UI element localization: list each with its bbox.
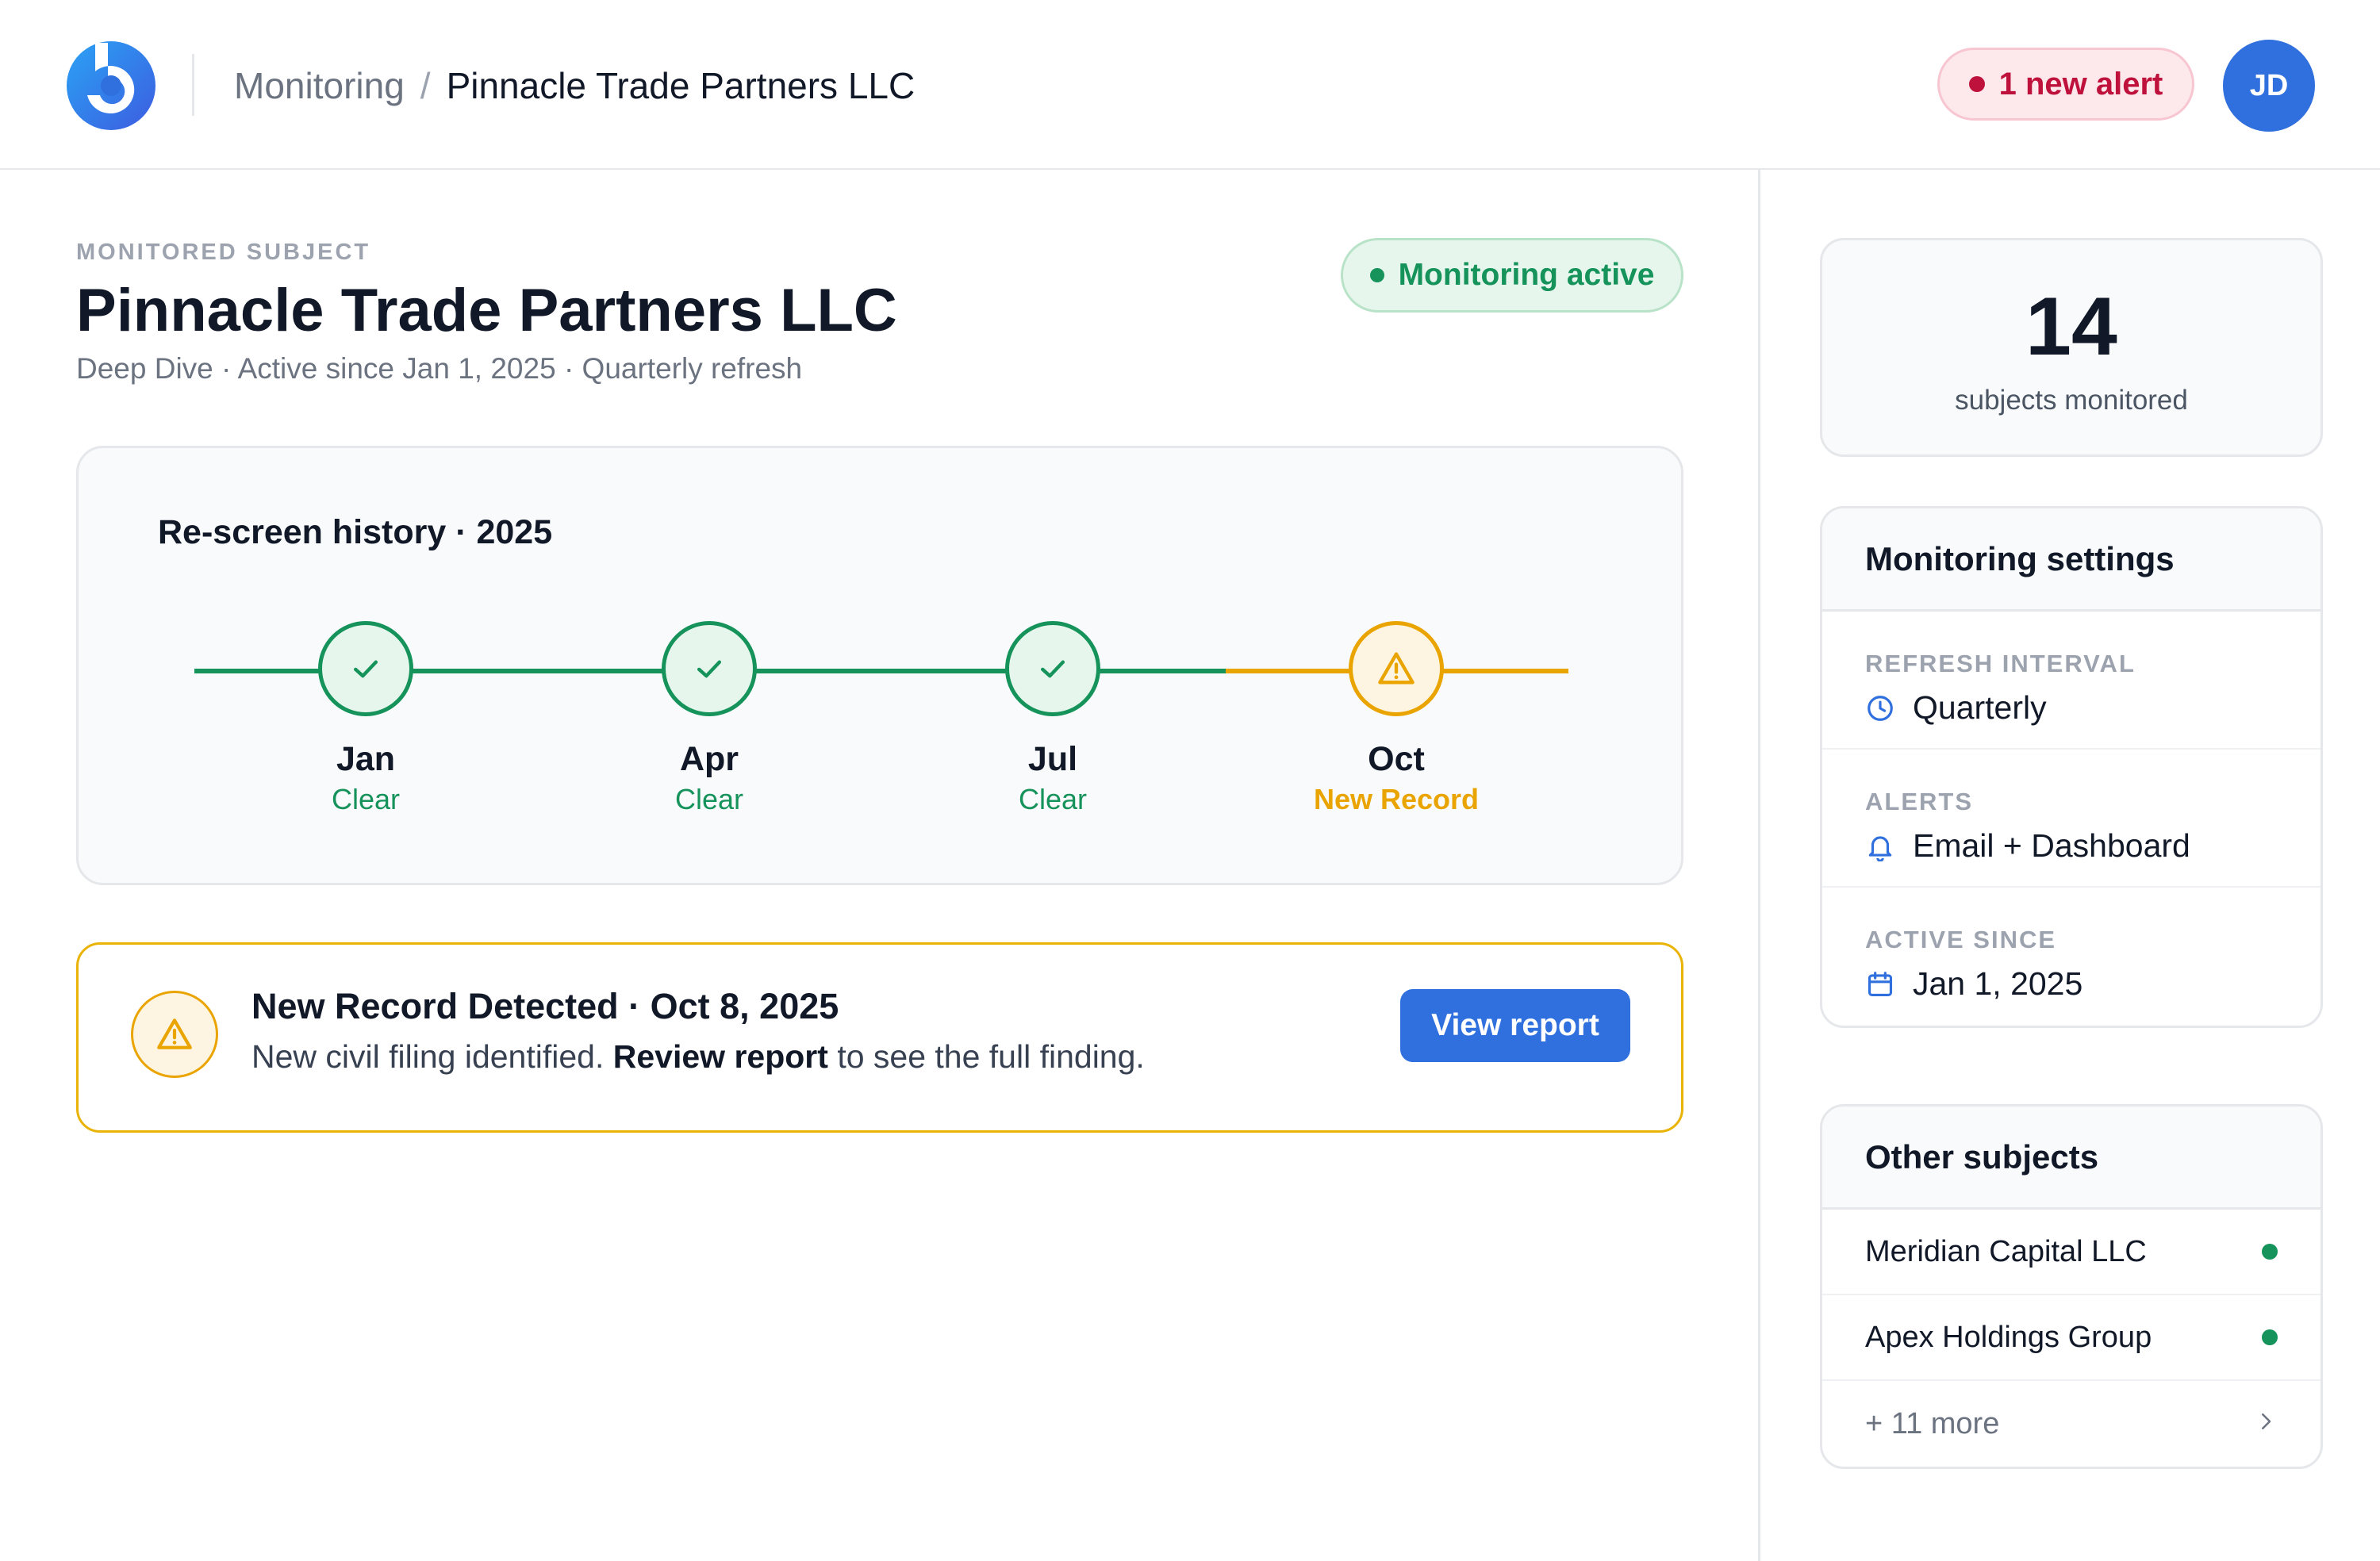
chevron-right-icon bbox=[2254, 1407, 2278, 1441]
brand-logo-icon[interactable] bbox=[65, 40, 157, 132]
setting-value: Jan 1, 2025 bbox=[1913, 965, 2083, 1002]
timeline-month: Jul bbox=[1027, 740, 1078, 778]
timeline-node-jul[interactable] bbox=[1005, 621, 1100, 716]
setting-label: REFRESH INTERVAL bbox=[1865, 650, 2136, 677]
timeline-node-apr[interactable] bbox=[662, 621, 757, 716]
more-subjects-label: + 11 more bbox=[1865, 1406, 2000, 1440]
setting-alerts[interactable]: ALERTS Email + Dashboard bbox=[1822, 750, 2320, 888]
subjects-count-label: subjects monitored bbox=[1955, 385, 2188, 416]
sidebar-divider bbox=[1758, 170, 1760, 1561]
page-title: Pinnacle Trade Partners LLC bbox=[76, 277, 897, 344]
alert-dot-icon bbox=[1968, 76, 1985, 92]
setting-value: Email + Dashboard bbox=[1913, 827, 2190, 864]
setting-active-since[interactable]: ACTIVE SINCE Jan 1, 2025 bbox=[1822, 888, 2320, 1026]
subject-eyebrow: MONITORED SUBJECT bbox=[76, 240, 371, 265]
check-icon bbox=[1040, 660, 1065, 678]
more-subjects-link[interactable]: + 11 more bbox=[1822, 1381, 2320, 1467]
user-avatar[interactable]: JD bbox=[2223, 40, 2315, 132]
record-body-suffix: to see the full finding. bbox=[837, 1038, 1145, 1075]
check-icon bbox=[697, 660, 722, 678]
bell-icon bbox=[1865, 831, 1895, 861]
setting-refresh-interval[interactable]: REFRESH INTERVAL Quarterly bbox=[1822, 612, 2320, 750]
timeline-node-jan[interactable] bbox=[318, 621, 413, 716]
breadcrumb: Monitoring / Pinnacle Trade Partners LLC bbox=[234, 62, 915, 109]
setting-value: Quarterly bbox=[1913, 689, 2047, 726]
breadcrumb-monitoring-link[interactable]: Monitoring bbox=[234, 65, 405, 106]
monitoring-status-label: Monitoring active bbox=[1398, 258, 1655, 292]
new-record-alert-card: New Record Detected · Oct 8, 2025 New ci… bbox=[76, 942, 1683, 1133]
monitoring-settings-panel: Monitoring settings REFRESH INTERVAL Qua… bbox=[1820, 506, 2323, 1028]
new-alert-label: 1 new alert bbox=[1998, 66, 2163, 102]
setting-value-row: Jan 1, 2025 bbox=[1865, 965, 2082, 1003]
new-alert-badge[interactable]: 1 new alert bbox=[1937, 48, 2194, 121]
setting-value-row: Quarterly bbox=[1865, 689, 2047, 727]
timeline-status: Clear bbox=[331, 783, 401, 815]
warning-icon bbox=[131, 991, 218, 1078]
timeline-month: Oct bbox=[1368, 740, 1425, 778]
warning-icon bbox=[1378, 652, 1415, 685]
subject-list-item[interactable]: Meridian Capital LLC bbox=[1822, 1210, 2320, 1295]
setting-label: ALERTS bbox=[1865, 788, 1973, 815]
history-title: Re-screen history · 2025 bbox=[158, 513, 553, 551]
status-dot-icon bbox=[2262, 1329, 2278, 1345]
breadcrumb-separator: / bbox=[420, 65, 431, 106]
subjects-count-card: 14 subjects monitored bbox=[1820, 238, 2323, 457]
subject-list-item[interactable]: Apex Holdings Group bbox=[1822, 1295, 2320, 1381]
subject-meta: Deep Dive · Active since Jan 1, 2025 · Q… bbox=[76, 352, 803, 385]
top-bar: Monitoring / Pinnacle Trade Partners LLC 1… bbox=[0, 0, 2380, 170]
setting-label: ACTIVE SINCE bbox=[1865, 926, 2057, 953]
record-body-prefix: New civil filing identified. bbox=[251, 1038, 605, 1075]
subjects-count: 14 bbox=[2025, 281, 2117, 373]
timeline-node-oct[interactable] bbox=[1349, 621, 1444, 716]
rescreen-history-card: Re-screen history · 2025 Jan Clear Apr C… bbox=[76, 446, 1683, 885]
clock-icon bbox=[1865, 693, 1895, 723]
calendar-icon bbox=[1865, 969, 1895, 999]
other-subjects-panel: Other subjects Meridian Capital LLC Apex… bbox=[1820, 1104, 2323, 1469]
subject-name: Meridian Capital LLC bbox=[1865, 1234, 2147, 1268]
breadcrumb-current: Pinnacle Trade Partners LLC bbox=[446, 65, 916, 106]
setting-value-row: Email + Dashboard bbox=[1865, 827, 2190, 865]
subject-name: Apex Holdings Group bbox=[1865, 1320, 2152, 1354]
monitoring-settings-title: Monitoring settings bbox=[1822, 508, 2320, 612]
review-report-emphasis: Review report bbox=[612, 1038, 828, 1075]
monitoring-status-badge: Monitoring active bbox=[1341, 238, 1683, 313]
record-alert-title: New Record Detected · Oct 8, 2025 bbox=[251, 986, 839, 1026]
timeline-status: New Record bbox=[1313, 783, 1480, 815]
view-report-button[interactable]: View report bbox=[1400, 989, 1630, 1062]
timeline-status: Clear bbox=[1018, 783, 1088, 815]
header-divider bbox=[192, 54, 194, 116]
timeline-status: Clear bbox=[674, 783, 744, 815]
status-dot-icon bbox=[1369, 268, 1384, 282]
status-dot-icon bbox=[2262, 1244, 2278, 1260]
timeline-month: Apr bbox=[679, 740, 739, 778]
timeline-month: Jan bbox=[336, 740, 396, 778]
check-icon bbox=[353, 660, 378, 678]
other-subjects-title: Other subjects bbox=[1822, 1107, 2320, 1210]
record-alert-body: New civil filing identified. Review repo… bbox=[251, 1038, 1145, 1076]
